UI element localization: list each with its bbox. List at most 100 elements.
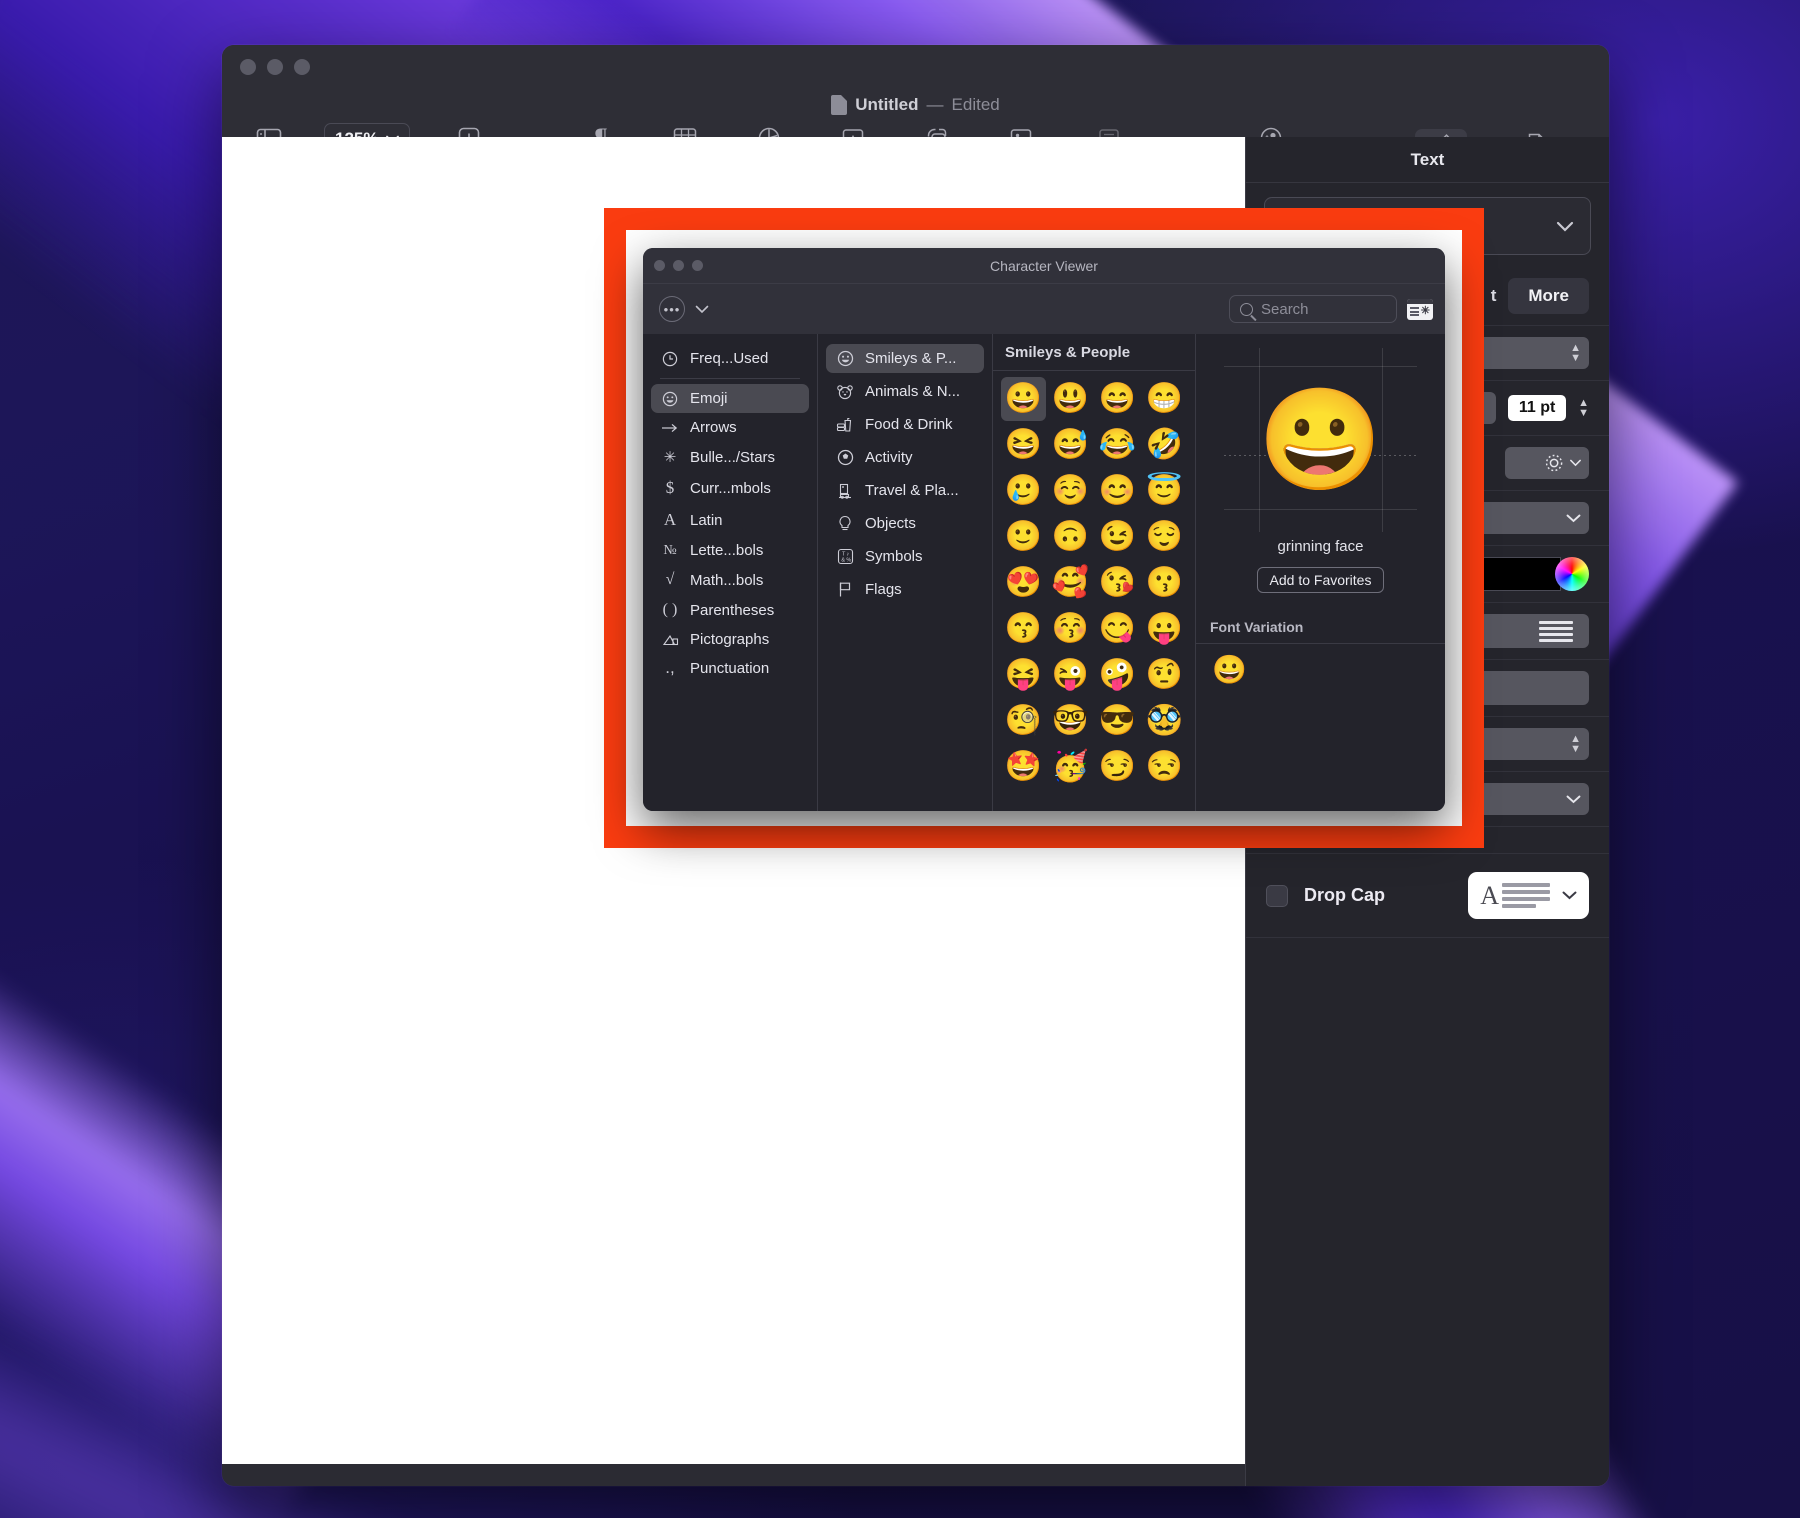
category-item-activity[interactable]: Activity <box>826 443 984 472</box>
emoji-cell[interactable]: 😄 <box>1095 377 1140 421</box>
text-color-swatch[interactable] <box>1475 557 1561 591</box>
keyboard-viewer-icon[interactable]: ✳ <box>1407 298 1433 320</box>
sidebar-item-parentheses[interactable]: ( ) Parentheses <box>651 595 809 625</box>
sidebar-item-bullets-stars[interactable]: ✳ Bulle.../Stars <box>651 442 809 472</box>
character-settings-button[interactable] <box>1505 447 1589 479</box>
emoji-cell[interactable]: 😆 <box>1001 423 1046 467</box>
parentheses-icon: ( ) <box>662 601 678 618</box>
emoji-cell[interactable]: 😊 <box>1095 469 1140 513</box>
chevron-down-icon <box>1566 514 1581 522</box>
emoji-cell[interactable]: 😌 <box>1142 515 1187 559</box>
emoji-cell[interactable]: 😗 <box>1142 561 1187 605</box>
emoji-cell[interactable]: 😒 <box>1142 745 1187 789</box>
font-variation-list[interactable]: 😀 <box>1196 644 1445 684</box>
emoji-cell[interactable]: 😀 <box>1001 377 1046 421</box>
emoji-cell[interactable]: 🤪 <box>1095 653 1140 697</box>
align-justify-icon[interactable] <box>1539 618 1573 645</box>
drop-cap-checkbox[interactable] <box>1266 884 1288 907</box>
spacing-stepper[interactable]: ▲ ▼ <box>1570 733 1581 754</box>
category-item-animals-nature[interactable]: Animals & N... <box>826 377 984 406</box>
font-size-input[interactable]: 11 pt <box>1508 395 1567 421</box>
ellipsis-circle-icon[interactable]: ••• <box>659 296 685 322</box>
emoji-cell[interactable]: 🤓 <box>1048 699 1093 743</box>
emoji-cell[interactable]: 😂 <box>1095 423 1140 467</box>
character-preview: 😀 <box>1196 334 1445 546</box>
window-traffic-lights[interactable] <box>240 59 310 75</box>
emoji-cell[interactable]: 😜 <box>1048 653 1093 697</box>
desktop: Untitled — Edited View 125% <box>0 0 1800 1518</box>
close-button[interactable] <box>240 59 256 75</box>
category-item-symbols[interactable]: T ♪ &% Symbols <box>826 542 984 571</box>
emoji-cell[interactable]: 😁 <box>1142 377 1187 421</box>
emoji-cell[interactable]: 🥰 <box>1048 561 1093 605</box>
emoji-cell[interactable]: 🙃 <box>1048 515 1093 559</box>
emoji-cell[interactable]: 😃 <box>1048 377 1093 421</box>
sidebar-label-emoji: Emoji <box>690 390 728 407</box>
font-variation-item[interactable]: 😀 <box>1212 654 1247 685</box>
search-placeholder: Search <box>1261 300 1309 318</box>
emoji-cell[interactable]: 😝 <box>1001 653 1046 697</box>
chevron-down-icon[interactable] <box>695 301 709 317</box>
drop-cap-preview-icon: A <box>1480 880 1550 911</box>
asterisk-icon: ✳ <box>663 449 677 466</box>
emoji-cell[interactable]: 😍 <box>1001 561 1046 605</box>
minimize-button[interactable] <box>267 59 283 75</box>
emoji-cell[interactable]: 🤣 <box>1142 423 1187 467</box>
window-edited-state: Edited <box>951 95 1000 114</box>
category-item-smileys-people[interactable]: Smileys & P... <box>826 344 984 373</box>
emoji-cell[interactable]: 🥳 <box>1048 745 1093 789</box>
drop-cap-style-button[interactable]: A <box>1468 872 1589 919</box>
sidebar-item-math-symbols[interactable]: √ Math...bols <box>651 565 809 595</box>
sidebar-item-punctuation[interactable]: ., Punctuation <box>651 654 809 683</box>
emoji-cell[interactable]: 😚 <box>1048 607 1093 651</box>
emoji-cell[interactable]: 😛 <box>1142 607 1187 651</box>
font-variation-label: Font Variation <box>1196 593 1445 644</box>
category-item-objects[interactable]: Objects <box>826 509 984 538</box>
letter-a-icon: A <box>663 510 677 529</box>
character-detail-pane: 😀 grinning face Add to Favorites Font Va… <box>1196 334 1445 811</box>
window-title-text: Untitled <box>855 95 919 114</box>
sidebar-item-arrows[interactable]: Arrows <box>651 413 809 442</box>
emoji-cell[interactable]: ☺️ <box>1048 469 1093 513</box>
sidebar-divider <box>660 378 800 379</box>
emoji-cell[interactable]: 🤩 <box>1001 745 1046 789</box>
emoji-cell[interactable]: 🧐 <box>1001 699 1046 743</box>
more-button[interactable]: More <box>1508 278 1589 314</box>
sidebar-item-pictographs[interactable]: Pictographs <box>651 625 809 654</box>
category-label-symbols: Symbols <box>865 548 923 565</box>
search-field[interactable]: Search <box>1229 295 1397 323</box>
category-item-flags[interactable]: Flags <box>826 575 984 604</box>
sidebar-item-emoji[interactable]: Emoji <box>651 384 809 413</box>
sidebar-item-letterlike-symbols[interactable]: № Lette...bols <box>651 536 809 565</box>
sidebar-item-frequently-used[interactable]: Freq...Used <box>651 344 809 373</box>
emoji-grid[interactable]: 😀 😃 😄 😁 😆 😅 😂 🤣 🥲 ☺️ 😊 😇 🙂 🙃 😉 😌 😍 🥰 😘 😗 😙 😚 😋 😛 😝 😜 🤪 🤨 🧐 🤓 😎 🥸 🤩 🥳 😏 😒 <box>993 371 1195 811</box>
emoji-cell[interactable]: 😘 <box>1095 561 1140 605</box>
emoji-cell[interactable]: 😏 <box>1095 745 1140 789</box>
sidebar-item-currency-symbols[interactable]: $ Curr...mbols <box>651 472 809 504</box>
category-item-travel-places[interactable]: Travel & Pla... <box>826 476 984 505</box>
emoji-cell[interactable]: 😎 <box>1095 699 1140 743</box>
text-color-control[interactable] <box>1475 557 1589 591</box>
emoji-cell[interactable]: 🥲 <box>1001 469 1046 513</box>
chevron-down-icon <box>1556 221 1574 232</box>
emoji-cell[interactable]: 🙂 <box>1001 515 1046 559</box>
character-viewer-title: Character Viewer <box>990 257 1098 274</box>
emoji-cell[interactable]: 🤨 <box>1142 653 1187 697</box>
emoji-cell[interactable]: 😋 <box>1095 607 1140 651</box>
emoji-cell[interactable]: 😇 <box>1142 469 1187 513</box>
category-item-food-drink[interactable]: Food & Drink <box>826 410 984 439</box>
maximize-button[interactable] <box>294 59 310 75</box>
font-size-stepper[interactable]: ▲ ▼ <box>1578 397 1589 418</box>
emoji-cell[interactable]: 😙 <box>1001 607 1046 651</box>
clock-icon <box>660 351 680 367</box>
document-icon <box>831 95 848 115</box>
gear-icon <box>1545 454 1563 472</box>
color-wheel-icon[interactable] <box>1555 557 1589 591</box>
drop-cap-row: Drop Cap A <box>1246 853 1609 938</box>
emoji-cell[interactable]: 😉 <box>1095 515 1140 559</box>
sidebar-item-latin[interactable]: A Latin <box>651 504 809 536</box>
character-viewer-toolbar: ••• Search ✳ <box>643 284 1445 334</box>
add-to-favorites-button[interactable]: Add to Favorites <box>1256 567 1385 593</box>
emoji-cell[interactable]: 😅 <box>1048 423 1093 467</box>
emoji-cell[interactable]: 🥸 <box>1142 699 1187 743</box>
